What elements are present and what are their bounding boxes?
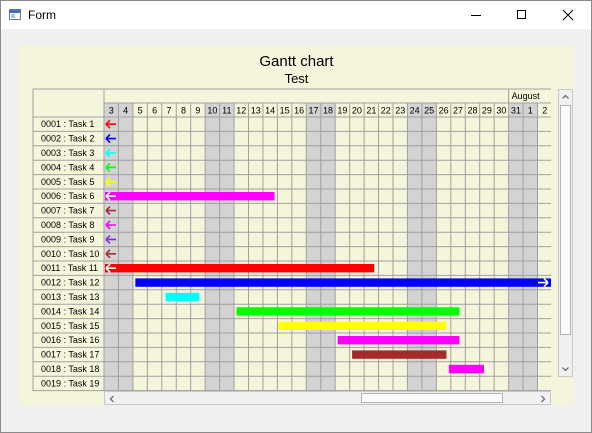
chevron-down-icon xyxy=(562,367,569,372)
day-label: 6 xyxy=(152,106,157,116)
day-label: 22 xyxy=(381,106,391,116)
day-label: 31 xyxy=(511,106,521,116)
task-label: 0012 : Task 12 xyxy=(41,278,99,288)
task-label: 0008 : Task 8 xyxy=(41,220,94,230)
day-label: 10 xyxy=(207,106,217,116)
task-bar[interactable] xyxy=(278,321,447,330)
day-label: 2 xyxy=(542,106,547,116)
day-label: 21 xyxy=(366,106,376,116)
day-label: 5 xyxy=(138,106,143,116)
task-label: 0015 : Task 15 xyxy=(41,321,99,331)
day-label: 28 xyxy=(467,106,477,116)
day-label: 8 xyxy=(181,106,186,116)
task-label: 0010 : Task 10 xyxy=(41,249,99,259)
task-bar[interactable] xyxy=(105,264,375,273)
task-label: 0011 : Task 11 xyxy=(41,263,98,273)
day-label: 12 xyxy=(236,106,246,116)
day-label: 30 xyxy=(496,106,506,116)
scroll-down-button[interactable] xyxy=(559,362,572,376)
form-window: Form Gantt chart Test August 3 4 5 6 7 8 9 10 11 1… xyxy=(0,0,592,433)
horizontal-scroll-thumb[interactable] xyxy=(361,393,503,403)
day-label: 27 xyxy=(453,106,463,116)
day-label: 15 xyxy=(280,106,290,116)
task-label: 0001 : Task 1 xyxy=(41,119,94,129)
day-label: 16 xyxy=(294,106,304,116)
month-label: August xyxy=(512,91,541,101)
task-label: 0013 : Task 13 xyxy=(41,292,99,302)
scroll-up-button[interactable] xyxy=(559,90,572,104)
day-label: 14 xyxy=(265,106,275,116)
day-label: 25 xyxy=(424,106,434,116)
task-bar[interactable] xyxy=(448,364,485,374)
task-label: 0005 : Task 5 xyxy=(41,177,94,187)
chevron-up-icon xyxy=(562,94,569,99)
task-label: 0018 : Task 18 xyxy=(41,364,99,374)
day-label: 26 xyxy=(439,106,449,116)
day-label: 24 xyxy=(410,106,420,116)
day-label: 23 xyxy=(395,106,405,116)
day-label: 20 xyxy=(352,106,362,116)
scroll-left-button[interactable] xyxy=(105,392,119,404)
day-label: 18 xyxy=(323,106,333,116)
task-label: 0019 : Task 19 xyxy=(41,378,99,388)
day-label: 29 xyxy=(482,106,492,116)
vertical-scrollbar[interactable] xyxy=(558,89,573,377)
task-bar[interactable] xyxy=(236,307,460,316)
task-label: 0014 : Task 14 xyxy=(41,306,99,316)
day-label: 4 xyxy=(123,106,128,116)
day-label: 17 xyxy=(309,106,319,116)
day-label: 7 xyxy=(167,106,172,116)
chevron-left-icon xyxy=(109,395,114,403)
day-label: 11 xyxy=(222,106,231,116)
gantt-grid: August3 4 5 6 7 8 9 10 11 12 13 14 15 16 17 18 19 20 21 22 2… xyxy=(32,88,551,392)
horizontal-scrollbar[interactable] xyxy=(104,391,551,405)
task-bar[interactable] xyxy=(337,336,460,345)
task-label: 0006 : Task 6 xyxy=(41,191,94,201)
task-label: 0017 : Task 17 xyxy=(41,350,99,360)
task-label: 0007 : Task 7 xyxy=(41,206,94,216)
task-bar[interactable] xyxy=(165,292,200,302)
vertical-scroll-thumb[interactable] xyxy=(560,105,571,335)
task-label: 0002 : Task 2 xyxy=(41,134,94,144)
task-bar[interactable] xyxy=(105,192,275,201)
day-label: 9 xyxy=(195,106,200,116)
task-bar[interactable] xyxy=(352,350,447,359)
day-label: 19 xyxy=(337,106,347,116)
task-label: 0003 : Task 3 xyxy=(41,148,94,158)
day-label: 1 xyxy=(528,106,533,116)
chevron-right-icon xyxy=(541,395,546,403)
task-bar[interactable] xyxy=(135,278,551,287)
task-label: 0009 : Task 9 xyxy=(41,234,94,244)
task-label: 0004 : Task 4 xyxy=(41,162,94,172)
day-label: 13 xyxy=(251,106,261,116)
task-label: 0016 : Task 16 xyxy=(41,335,99,345)
scroll-right-button[interactable] xyxy=(536,392,550,404)
day-label: 3 xyxy=(109,106,114,116)
